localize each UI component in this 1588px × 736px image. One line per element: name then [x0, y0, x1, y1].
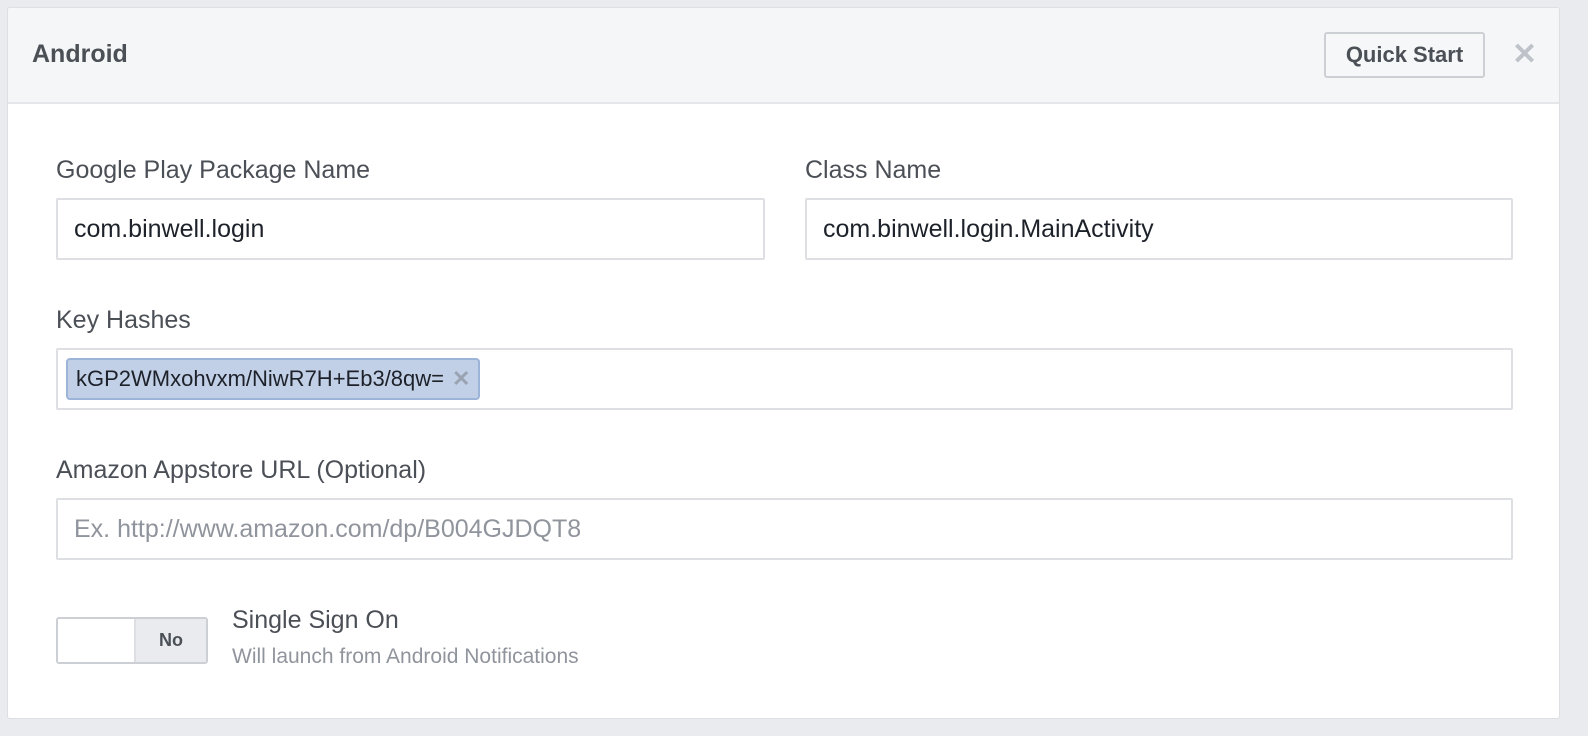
package-name-value: com.binwell.login — [74, 214, 265, 243]
toggle-knob — [58, 619, 136, 662]
package-name-label: Google Play Package Name — [56, 156, 371, 184]
amazon-url-input[interactable]: Ex. http://www.amazon.com/dp/B004GJDQT8 — [56, 498, 1513, 560]
panel-header: Android Quick Start ✕ — [8, 8, 1559, 104]
single-sign-on-description: Will launch from Android Notifications — [232, 645, 579, 668]
single-sign-on-toggle[interactable]: No — [56, 617, 208, 664]
key-hashes-input[interactable]: kGP2WMxohvxm/NiwR7H+Eb3/8qw= ✕ — [56, 348, 1513, 410]
class-name-label: Class Name — [805, 156, 942, 184]
panel-title: Android — [32, 40, 128, 68]
amazon-url-placeholder: Ex. http://www.amazon.com/dp/B004GJDQT8 — [74, 514, 582, 543]
single-sign-on-title: Single Sign On — [232, 606, 399, 634]
toggle-state-label: No — [136, 619, 206, 662]
key-hashes-label: Key Hashes — [56, 306, 191, 334]
close-icon[interactable]: ✕ — [1512, 38, 1537, 72]
key-hash-tag: kGP2WMxohvxm/NiwR7H+Eb3/8qw= ✕ — [66, 358, 481, 400]
package-name-input[interactable]: com.binwell.login — [56, 198, 765, 260]
amazon-url-label: Amazon Appstore URL (Optional) — [56, 456, 427, 484]
class-name-input[interactable]: com.binwell.login.MainActivity — [805, 198, 1513, 260]
android-settings-panel: Android Quick Start ✕ Google Play Packag… — [7, 7, 1560, 719]
key-hash-value: kGP2WMxohvxm/NiwR7H+Eb3/8qw= — [76, 366, 445, 391]
remove-tag-icon[interactable]: ✕ — [452, 366, 470, 392]
class-name-value: com.binwell.login.MainActivity — [823, 214, 1154, 243]
quick-start-button[interactable]: Quick Start — [1324, 32, 1485, 78]
